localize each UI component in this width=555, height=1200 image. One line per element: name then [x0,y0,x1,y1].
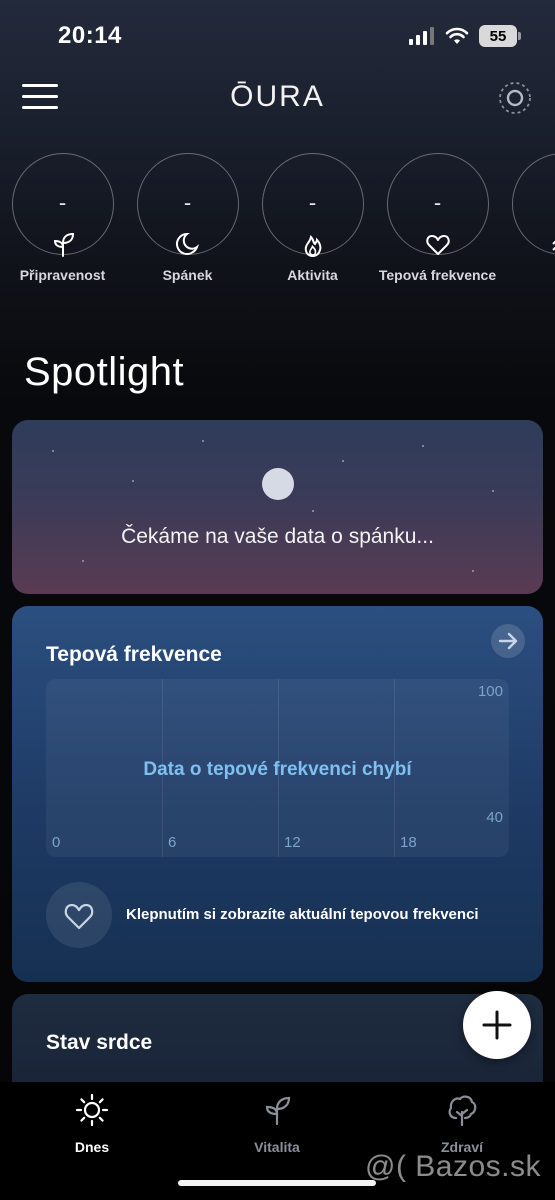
chart-empty-message: Data o tepové frekvenci chybí [143,759,412,780]
ring-status-icon [499,82,531,114]
score-heart-rate[interactable]: - Tepová frekvence [375,150,500,284]
y-tick-label: 40 [486,809,503,826]
live-heart-rate-hint[interactable]: Klepnutím si zobrazíte aktuální tepovou … [126,906,479,923]
heart-icon [64,903,94,930]
score-ring: - [136,153,239,255]
score-value: - [433,190,442,215]
open-heart-rate-button[interactable] [491,624,525,658]
nav-health[interactable]: Zdraví [402,1092,522,1155]
sun-icon [75,1093,109,1127]
add-button[interactable] [463,991,531,1059]
star [492,490,494,492]
sprout-icon [53,232,74,257]
score-value: - [183,190,192,215]
sleep-waiting-message: Čekáme na vaše data o spánku... [121,525,434,548]
score-label: Připravenost [19,267,106,283]
heart-rate-chart: Data o tepové frekvenci chybí 100 40 0 6… [46,679,509,857]
live-heart-rate-button[interactable] [46,882,112,948]
star [342,460,344,462]
battery-indicator: 55 [479,25,521,47]
score-sleep[interactable]: - Spánek [125,150,250,284]
star [82,560,84,562]
wifi-icon [445,27,469,44]
status-time: 20:14 [58,22,122,49]
nav-label: Vitalita [254,1139,300,1155]
x-tick-label: 12 [284,834,301,851]
x-tick-label: 0 [52,834,61,851]
star [472,570,474,572]
score-readiness[interactable]: - Připravenost [0,150,125,284]
stress-icon [551,240,555,251]
moon-icon [175,232,199,255]
score-label: Tepová frekvence [378,267,497,283]
x-tick-label: 6 [168,834,177,851]
star [202,440,204,442]
heart-rate-title: Tepová frekvence [46,643,222,666]
heart-status-title: Stav srdce [46,1031,153,1054]
score-label: Spánek [162,267,213,283]
score-label: Aktivita [287,267,338,283]
nav-today[interactable]: Dnes [32,1092,152,1155]
score-label: S [500,267,555,284]
star [132,480,134,482]
status-icons: 55 [409,25,521,47]
heart-rate-card[interactable]: Tepová frekvence Data o tepové frekvenci… [12,606,543,982]
score-ring: - [11,153,114,257]
app-logo: ŌURA [230,80,325,113]
moon-icon [262,468,294,500]
sprout-icon [265,1096,291,1126]
x-tick-label: 18 [400,834,417,851]
score-carousel[interactable]: - Připravenost - Spánek - Aktivita - Tep… [0,150,555,310]
score-value: - [58,190,67,215]
y-tick-label: 100 [477,683,503,700]
home-indicator[interactable] [178,1180,376,1186]
spotlight-title: Spotlight [24,350,185,394]
arrow-right-icon [498,632,518,650]
score-stress[interactable]: 0 S [500,150,555,284]
nav-label: Dnes [74,1139,110,1155]
app-screen: 20:14 55 ŌURA - Připravenost - Spánek - … [0,0,555,1200]
tree-icon [448,1095,477,1127]
score-ring: - [386,153,489,255]
score-value: - [308,190,317,215]
signal-icon [409,27,434,45]
score-ring: - [261,153,364,258]
score-activity[interactable]: - Aktivita [250,150,375,284]
flame-icon [304,234,321,258]
star [312,510,314,512]
nav-vitality[interactable]: Vitalita [217,1092,337,1155]
plus-icon [482,1010,512,1040]
sleep-card[interactable]: Čekáme na vaše data o spánku... [12,420,543,594]
score-value: 0 [513,190,555,216]
heart-icon [425,235,450,255]
star [52,450,54,452]
ring-settings-button[interactable] [497,80,533,116]
watermark: @( Bazos.sk [365,1150,541,1183]
star [422,445,424,447]
score-ring: 0 [511,153,555,255]
